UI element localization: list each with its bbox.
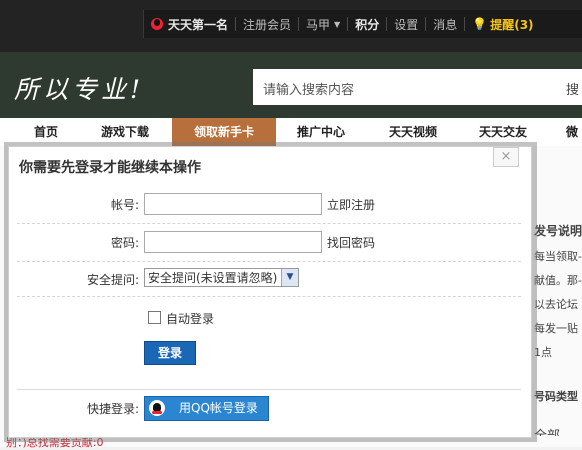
search-input[interactable]: 请输入搜索内容: [263, 79, 354, 98]
chevron-down-icon: ▼: [281, 269, 298, 286]
account-field[interactable]: [144, 193, 322, 215]
password-label: 密码:: [110, 236, 139, 250]
messages-link[interactable]: 消息: [426, 16, 464, 33]
right-section-title: 号码类型: [534, 390, 578, 403]
chevron-down-icon: ▼: [334, 19, 341, 29]
settings-link[interactable]: 设置: [387, 16, 425, 33]
divider: [17, 261, 521, 262]
forgot-password-link[interactable]: 找回密码: [327, 234, 375, 251]
password-field[interactable]: [144, 231, 322, 253]
security-question-label: 安全提问:: [86, 273, 139, 287]
qq-login-button[interactable]: 用QQ帐号登录: [144, 396, 269, 421]
auto-login-checkbox[interactable]: [148, 311, 161, 324]
login-button[interactable]: 登录: [144, 341, 196, 365]
login-dialog: 你需要先登录才能继续本操作 × 帐号: 立即注册 密码: 找回密码 安全提问: …: [8, 146, 532, 438]
register-link[interactable]: 注册会员: [236, 16, 298, 33]
qq-penguin-icon: [151, 18, 163, 30]
close-icon[interactable]: ×: [493, 147, 519, 167]
right-line: 献值。那-: [534, 274, 582, 287]
site-link[interactable]: 天天第一名: [144, 16, 235, 33]
points-link[interactable]: 积分: [348, 16, 386, 33]
security-question-select[interactable]: 安全提问(未设置请忽略) ▼: [144, 268, 299, 287]
right-title: 发号说明: [534, 224, 582, 238]
site-logo[interactable]: 所以专业!: [14, 70, 144, 106]
nav-more[interactable]: 微: [562, 118, 582, 146]
dialog-title: 你需要先登录才能继续本操作: [19, 160, 201, 176]
auto-login-label: 自动登录: [166, 312, 215, 326]
right-line: 每当领取-: [534, 250, 582, 263]
search-button[interactable]: 搜: [566, 79, 579, 98]
user-menu[interactable]: 马甲 ▼: [299, 16, 347, 33]
account-label: 帐号:: [110, 198, 139, 212]
lightbulb-icon: 💡: [472, 17, 488, 31]
right-line: 每发一贴: [534, 322, 578, 335]
top-nav: 天天第一名 注册会员 马甲 ▼ 积分 设置 消息 💡 提醒(3): [143, 10, 582, 38]
divider: [17, 223, 521, 224]
search-box[interactable]: 请输入搜索内容 搜: [253, 69, 582, 105]
right-line: 以去论坛: [534, 298, 578, 311]
reminder-link[interactable]: 💡 提醒(3): [465, 16, 540, 33]
quick-login-label: 快捷登录:: [86, 402, 139, 416]
register-now-link[interactable]: 立即注册: [327, 196, 375, 213]
divider: [17, 389, 521, 390]
qq-penguin-icon: [149, 400, 165, 416]
top-bar: 天天第一名 注册会员 马甲 ▼ 积分 设置 消息 💡 提醒(3): [0, 0, 582, 52]
divider: [17, 296, 521, 297]
